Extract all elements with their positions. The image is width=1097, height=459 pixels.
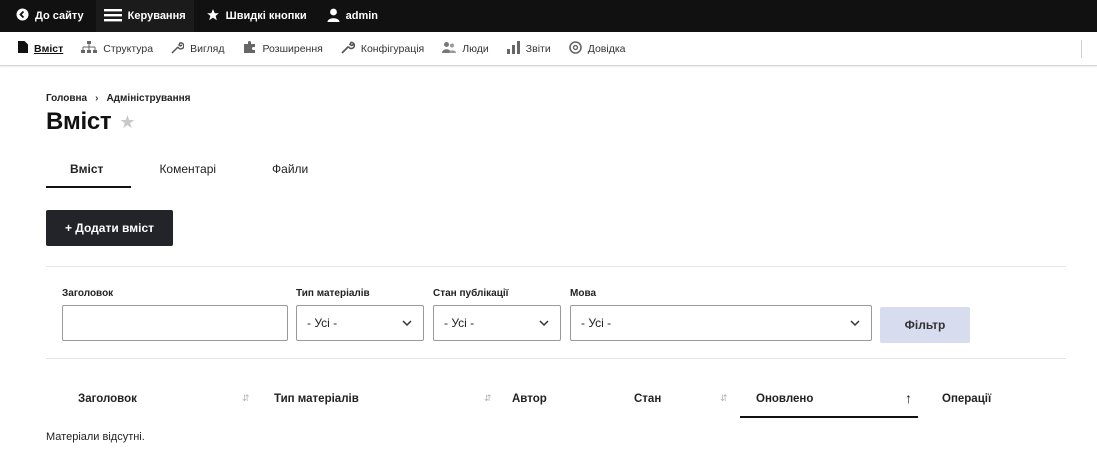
breadcrumb-admin-link[interactable]: Адміністрування: [106, 93, 190, 104]
status-filter-label: Стан публікації: [433, 288, 509, 299]
column-header-type[interactable]: Тип матеріалів: [274, 393, 359, 405]
hamburger-icon: [103, 8, 122, 25]
column-header-operations: Операції: [942, 393, 992, 405]
back-to-site-link[interactable]: До сайту: [8, 0, 92, 32]
chart-icon: [506, 40, 520, 57]
breadcrumb-home-link[interactable]: Головна: [46, 93, 87, 104]
file-icon: [18, 41, 28, 56]
language-filter-value: - Усі -: [581, 316, 612, 330]
tray-item-structure[interactable]: Структура: [73, 32, 161, 66]
breadcrumb-separator: ›: [95, 93, 99, 104]
chevron-down-icon: [401, 317, 413, 329]
sorted-column-indicator: [740, 416, 918, 418]
empty-table-message: Матеріали відсутні.: [46, 431, 145, 443]
back-arrow-icon: [16, 8, 29, 24]
tab-files[interactable]: Файли: [244, 152, 336, 188]
admin-toolbar: До сайту Керування Швидкі кнопки admin: [0, 0, 1097, 32]
type-filter-value: - Усі -: [307, 316, 338, 330]
tray-item-label: Розширення: [262, 42, 323, 55]
title-filter-input[interactable]: [62, 305, 288, 341]
puzzle-icon: [243, 40, 257, 57]
page-title-row: Вміст ★: [46, 108, 136, 136]
page-title: Вміст: [46, 108, 112, 135]
tray-item-label: Вміст: [34, 42, 64, 55]
shortcuts-button[interactable]: Швидкі кнопки: [198, 0, 315, 32]
language-filter-select[interactable]: - Усі -: [570, 305, 872, 341]
wrench-icon: [171, 41, 185, 57]
tray-item-config[interactable]: Конфігурація: [333, 32, 432, 66]
add-content-button[interactable]: + Додати вміст: [46, 210, 173, 246]
tray-item-label: Люди: [462, 42, 489, 55]
tray-item-content[interactable]: Вміст: [10, 32, 71, 66]
column-header-author[interactable]: Автор: [512, 393, 547, 405]
sort-ascending-icon[interactable]: ↑: [905, 390, 912, 406]
status-filter-value: - Усі -: [444, 316, 475, 330]
type-filter-select[interactable]: - Усі -: [296, 305, 424, 341]
tray-item-reports[interactable]: Звіти: [499, 32, 559, 66]
tray-item-label: Звіти: [525, 42, 551, 55]
divider: [46, 266, 1066, 267]
back-to-site-label: До сайту: [35, 10, 84, 22]
people-icon: [442, 41, 457, 57]
manage-label: Керування: [127, 10, 186, 22]
tray-item-help[interactable]: Довідка: [561, 32, 634, 66]
divider: [46, 358, 1066, 359]
type-filter-label: Тип матеріалів: [296, 288, 370, 299]
sort-icon: ⇵: [242, 393, 250, 403]
chevron-down-icon: [538, 317, 550, 329]
tray-item-extend[interactable]: Розширення: [235, 32, 331, 66]
primary-tabs: Вміст Коментарі Файли: [46, 152, 336, 188]
tab-content[interactable]: Вміст: [46, 152, 132, 188]
admin-tray: Вміст Структура Вигляд Розширення Конфіг…: [0, 32, 1097, 66]
column-header-updated[interactable]: Оновлено: [756, 393, 813, 405]
language-filter-label: Мова: [570, 288, 597, 299]
tray-item-appearance[interactable]: Вигляд: [163, 32, 232, 66]
breadcrumb: Головна › Адміністрування: [46, 93, 191, 104]
chevron-down-icon: [849, 317, 861, 329]
wrench-icon: [341, 41, 355, 57]
title-filter-label: Заголовок: [62, 288, 114, 299]
tray-item-label: Довідка: [587, 42, 626, 55]
user-label: admin: [345, 10, 379, 22]
user-icon: [327, 8, 340, 25]
shortcut-star-icon[interactable]: ★: [119, 112, 135, 133]
status-filter-select[interactable]: - Усі -: [433, 305, 561, 341]
sort-icon: ⇵: [484, 393, 492, 403]
tray-item-people[interactable]: Люди: [434, 32, 497, 66]
tray-orientation-toggle[interactable]: [1081, 40, 1093, 58]
help-icon: [568, 40, 582, 57]
manage-menu-button[interactable]: Керування: [95, 0, 194, 32]
tray-item-label: Структура: [103, 42, 154, 55]
star-icon: [206, 8, 220, 25]
column-header-status[interactable]: Стан: [634, 393, 661, 405]
user-menu-button[interactable]: admin: [319, 0, 386, 32]
structure-icon: [81, 40, 98, 57]
tab-comments[interactable]: Коментарі: [131, 152, 244, 188]
sort-icon: ⇵: [720, 393, 728, 403]
filter-submit-button[interactable]: Фільтр: [880, 307, 970, 343]
shortcuts-label: Швидкі кнопки: [225, 10, 307, 22]
column-header-title[interactable]: Заголовок: [78, 393, 137, 405]
tray-item-label: Конфігурація: [360, 42, 425, 55]
tray-item-label: Вигляд: [190, 42, 225, 55]
